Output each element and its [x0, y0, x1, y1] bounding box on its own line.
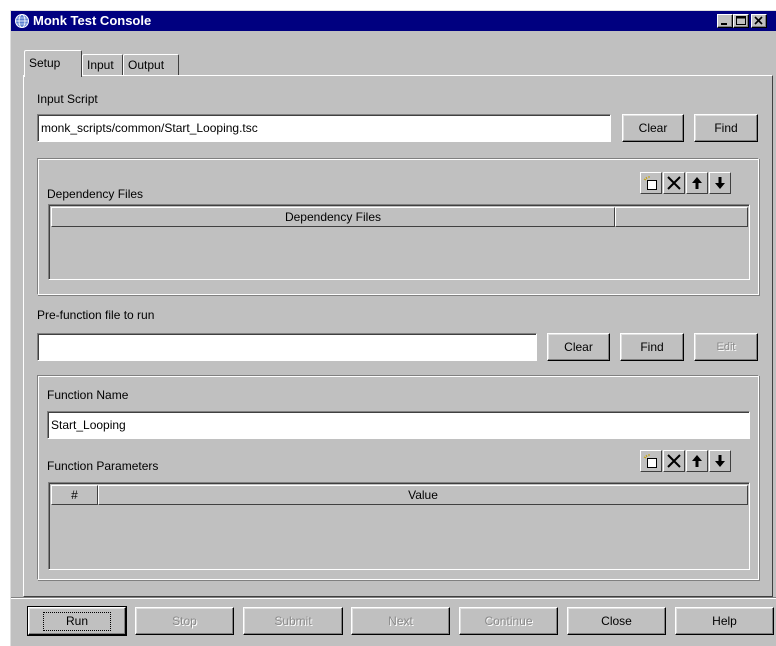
- maximize-icon: [736, 16, 746, 25]
- function-group: Function Name Function Parameters: [37, 375, 759, 580]
- dependency-files-group: Dependency Files Dependency Files: [37, 158, 759, 295]
- close-icon: [754, 16, 763, 25]
- close-window-button[interactable]: [751, 14, 767, 28]
- function-name-label: Function Name: [47, 388, 129, 402]
- input-script-clear-button[interactable]: Clear: [622, 114, 684, 142]
- arrow-down-icon: [715, 177, 725, 189]
- input-script-label: Input Script: [37, 92, 98, 106]
- delete-x-icon: [667, 454, 681, 468]
- close-button[interactable]: Close: [567, 607, 666, 635]
- prefunction-field[interactable]: [37, 333, 537, 361]
- monk-test-console-window: Monk Test Console Setup Input Output Inp…: [10, 10, 776, 646]
- run-button[interactable]: Run: [27, 606, 127, 636]
- stop-button[interactable]: Stop: [135, 607, 234, 635]
- prefunction-clear-button[interactable]: Clear: [547, 333, 610, 361]
- continue-button[interactable]: Continue: [459, 607, 558, 635]
- params-delete-button[interactable]: [663, 450, 685, 472]
- delete-x-icon: [667, 176, 681, 190]
- dependency-add-button[interactable]: [640, 172, 662, 194]
- new-item-icon: [643, 176, 657, 190]
- arrow-up-icon: [692, 455, 702, 467]
- footer-divider: [11, 597, 776, 599]
- dependency-move-up-button[interactable]: [686, 172, 708, 194]
- function-name-field[interactable]: [47, 411, 750, 439]
- run-button-label: Run: [42, 611, 111, 631]
- params-add-button[interactable]: [640, 450, 662, 472]
- arrow-down-icon: [715, 455, 725, 467]
- param-number-column-header[interactable]: #: [51, 485, 98, 505]
- function-params-toolbar: [640, 450, 732, 472]
- tab-setup[interactable]: Setup: [24, 50, 82, 77]
- param-value-column-header[interactable]: Value: [98, 485, 748, 505]
- prefunction-edit-button[interactable]: Edit: [694, 333, 758, 361]
- function-parameters-table[interactable]: # Value: [48, 482, 750, 570]
- params-move-down-button[interactable]: [709, 450, 731, 472]
- dependency-files-column-header[interactable]: Dependency Files: [51, 207, 615, 227]
- params-move-up-button[interactable]: [686, 450, 708, 472]
- new-item-icon: [643, 454, 657, 468]
- input-script-field[interactable]: [37, 114, 611, 142]
- dependency-extra-column-header[interactable]: [615, 207, 748, 227]
- window-title: Monk Test Console: [33, 13, 152, 28]
- dependency-toolbar: [640, 172, 732, 194]
- prefunction-find-button[interactable]: Find: [620, 333, 684, 361]
- submit-button[interactable]: Submit: [243, 607, 343, 635]
- function-parameters-label: Function Parameters: [47, 459, 159, 473]
- dependency-files-table[interactable]: Dependency Files: [48, 204, 750, 280]
- maximize-button[interactable]: [733, 14, 749, 28]
- minimize-icon: [721, 23, 727, 25]
- dependency-delete-button[interactable]: [663, 172, 685, 194]
- globe-icon: [15, 14, 29, 28]
- prefunction-label: Pre-function file to run: [37, 308, 155, 322]
- minimize-button[interactable]: [717, 14, 733, 28]
- title-bar[interactable]: Monk Test Console: [11, 11, 776, 31]
- tab-input[interactable]: Input: [82, 54, 123, 76]
- next-button[interactable]: Next: [351, 607, 450, 635]
- dependency-files-label: Dependency Files: [47, 187, 144, 201]
- input-script-find-button[interactable]: Find: [694, 114, 758, 142]
- tab-output[interactable]: Output: [123, 54, 179, 76]
- dependency-move-down-button[interactable]: [709, 172, 731, 194]
- arrow-up-icon: [692, 177, 702, 189]
- help-button[interactable]: Help: [675, 607, 774, 635]
